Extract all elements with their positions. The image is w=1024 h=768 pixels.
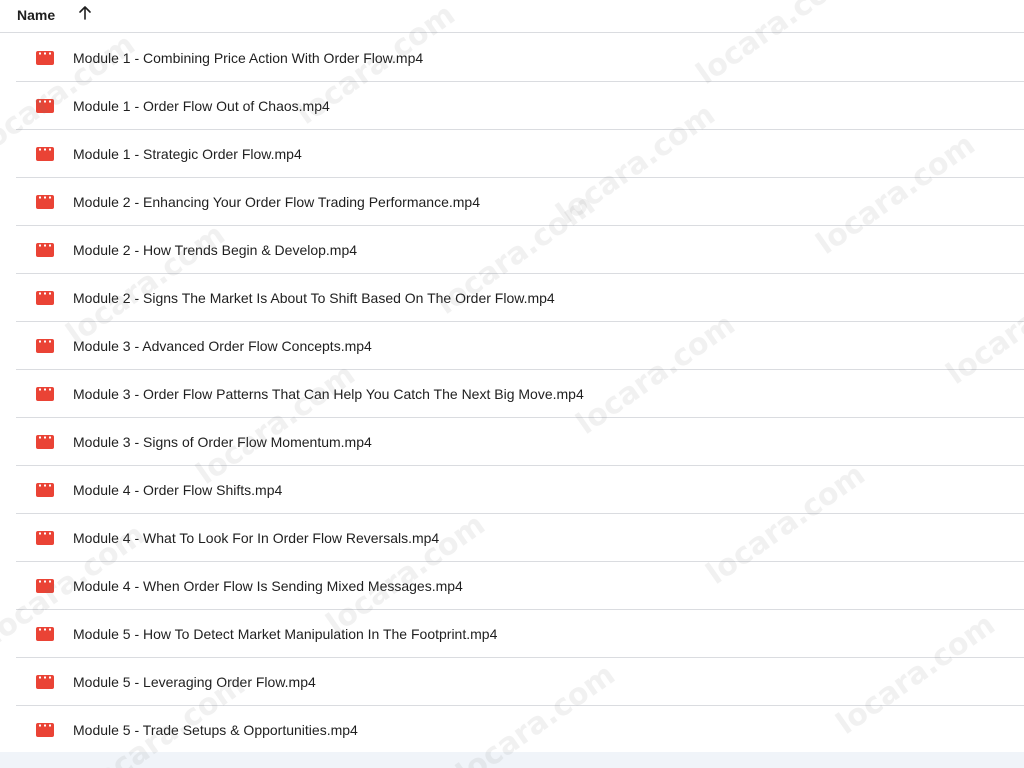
file-name: Module 2 - Enhancing Your Order Flow Tra… (73, 194, 480, 210)
file-name: Module 3 - Advanced Order Flow Concepts.… (73, 338, 372, 354)
file-row[interactable]: Module 2 - How Trends Begin & Develop.mp… (16, 226, 1024, 274)
file-row[interactable]: Module 4 - Order Flow Shifts.mp4 (16, 466, 1024, 514)
video-file-icon (36, 147, 54, 161)
video-file-icon (36, 51, 54, 65)
name-column-header[interactable]: Name (17, 6, 55, 24)
file-row[interactable]: Module 5 - Leveraging Order Flow.mp4 (16, 658, 1024, 706)
file-row[interactable]: Module 2 - Signs The Market Is About To … (16, 274, 1024, 322)
file-row[interactable]: Module 1 - Combining Price Action With O… (16, 34, 1024, 82)
video-file-icon (36, 579, 54, 593)
file-name: Module 2 - How Trends Begin & Develop.mp… (73, 242, 358, 258)
file-name: Module 4 - What To Look For In Order Flo… (73, 530, 440, 546)
video-file-icon (36, 243, 54, 257)
file-row[interactable]: Module 4 - What To Look For In Order Flo… (16, 514, 1024, 562)
file-name: Module 5 - Trade Setups & Opportunities.… (73, 722, 358, 738)
file-row[interactable]: Module 5 - How To Detect Market Manipula… (16, 610, 1024, 658)
file-name: Module 3 - Order Flow Patterns That Can … (73, 386, 584, 402)
file-row[interactable]: Module 5 - Trade Setups & Opportunities.… (16, 706, 1024, 754)
video-file-icon (36, 675, 54, 689)
file-name: Module 4 - Order Flow Shifts.mp4 (73, 482, 283, 498)
file-name: Module 4 - When Order Flow Is Sending Mi… (73, 578, 463, 594)
video-file-icon (36, 195, 54, 209)
arrow-up-icon[interactable] (76, 4, 94, 22)
file-row[interactable]: Module 4 - When Order Flow Is Sending Mi… (16, 562, 1024, 610)
file-name: Module 5 - Leveraging Order Flow.mp4 (73, 674, 316, 690)
video-file-icon (36, 723, 54, 737)
file-row[interactable]: Module 3 - Order Flow Patterns That Can … (16, 370, 1024, 418)
video-file-icon (36, 531, 54, 545)
file-list-page: Name Module 1 - Combining Price Action W… (0, 0, 1024, 768)
file-list: Module 1 - Combining Price Action With O… (16, 34, 1024, 754)
file-name: Module 1 - Combining Price Action With O… (73, 50, 424, 66)
video-file-icon (36, 627, 54, 641)
video-file-icon (36, 99, 54, 113)
file-row[interactable]: Module 3 - Advanced Order Flow Concepts.… (16, 322, 1024, 370)
file-row[interactable]: Module 2 - Enhancing Your Order Flow Tra… (16, 178, 1024, 226)
file-name: Module 1 - Strategic Order Flow.mp4 (73, 146, 302, 162)
file-name: Module 2 - Signs The Market Is About To … (73, 290, 555, 306)
video-file-icon (36, 435, 54, 449)
file-name: Module 1 - Order Flow Out of Chaos.mp4 (73, 98, 330, 114)
video-file-icon (36, 291, 54, 305)
bottom-bar (0, 752, 1024, 768)
file-name: Module 3 - Signs of Order Flow Momentum.… (73, 434, 372, 450)
file-row[interactable]: Module 3 - Signs of Order Flow Momentum.… (16, 418, 1024, 466)
file-name: Module 5 - How To Detect Market Manipula… (73, 626, 498, 642)
list-header: Name (0, 0, 1024, 33)
video-file-icon (36, 483, 54, 497)
video-file-icon (36, 339, 54, 353)
file-row[interactable]: Module 1 - Order Flow Out of Chaos.mp4 (16, 82, 1024, 130)
video-file-icon (36, 387, 54, 401)
file-row[interactable]: Module 1 - Strategic Order Flow.mp4 (16, 130, 1024, 178)
